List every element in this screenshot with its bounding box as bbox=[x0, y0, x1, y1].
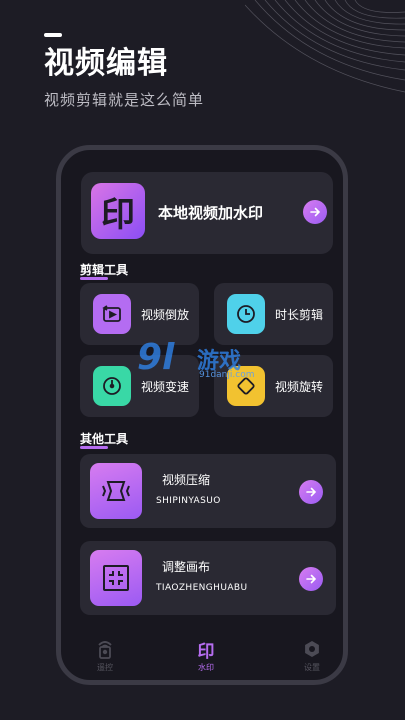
speedometer-icon bbox=[93, 366, 131, 406]
tab-remote[interactable]: 遥控 bbox=[85, 638, 125, 673]
add-watermark-label: 本地视频加水印 bbox=[158, 204, 264, 222]
tab-watermark[interactable]: 印 水印 bbox=[186, 638, 226, 673]
tool-pinyin: SHIPINYASUO bbox=[156, 496, 221, 506]
tab-label: 水印 bbox=[198, 663, 214, 672]
section-title-other-tools: 其他工具 bbox=[80, 430, 129, 449]
tool-trim-duration[interactable]: 时长剪辑 bbox=[214, 283, 333, 345]
phone-frame: 印 本地视频加水印 剪辑工具 视频倒放 时长剪辑 视频变速 视频旋转 其他工具 … bbox=[56, 145, 348, 685]
tool-name: 调整画布 bbox=[162, 560, 211, 574]
section-label: 其他工具 bbox=[80, 432, 129, 446]
bottom-tab-bar: 遥控 印 水印 设置 bbox=[61, 638, 343, 678]
tool-reverse-video[interactable]: 视频倒放 bbox=[80, 283, 199, 345]
canvas-icon bbox=[90, 550, 142, 606]
watermark-tab-glyph: 印 bbox=[197, 641, 215, 662]
tool-label: 视频旋转 bbox=[275, 380, 324, 394]
watermark-tab-icon: 印 bbox=[195, 638, 217, 662]
watermark-glyph: 印 bbox=[101, 194, 135, 235]
tool-label: 视频倒放 bbox=[141, 308, 190, 322]
compress-icon bbox=[90, 463, 142, 519]
arrow-right-icon[interactable] bbox=[299, 480, 323, 504]
arrow-right-icon[interactable] bbox=[303, 200, 327, 224]
tab-label: 遥控 bbox=[97, 663, 113, 672]
tool-compress-video[interactable]: 视频压缩 SHIPINYASUO bbox=[80, 454, 336, 528]
header-accent-bar bbox=[44, 33, 62, 37]
rotate-icon bbox=[227, 366, 265, 406]
tab-label: 设置 bbox=[304, 663, 320, 672]
remote-icon bbox=[94, 638, 116, 660]
tool-name: 视频压缩 bbox=[162, 473, 211, 487]
section-underline bbox=[80, 446, 108, 449]
arrow-right-icon[interactable] bbox=[299, 567, 323, 591]
clock-icon bbox=[227, 294, 265, 334]
reverse-video-icon bbox=[93, 294, 131, 334]
tool-label: 视频变速 bbox=[141, 380, 190, 394]
page-subtitle: 视频剪辑就是这么简单 bbox=[44, 91, 205, 109]
gear-icon bbox=[301, 638, 323, 660]
tool-speed-change[interactable]: 视频变速 bbox=[80, 355, 199, 417]
tool-rotate-video[interactable]: 视频旋转 bbox=[214, 355, 333, 417]
decorative-lines bbox=[245, 0, 405, 93]
page-title: 视频编辑 bbox=[44, 46, 168, 81]
tab-settings[interactable]: 设置 bbox=[292, 638, 332, 673]
section-title-edit-tools: 剪辑工具 bbox=[80, 261, 129, 280]
tool-pinyin: TIAOZHENGHUABU bbox=[156, 583, 248, 593]
tool-adjust-canvas[interactable]: 调整画布 TIAOZHENGHUABU bbox=[80, 541, 336, 615]
section-label: 剪辑工具 bbox=[80, 263, 129, 277]
tool-label: 时长剪辑 bbox=[275, 308, 324, 322]
add-watermark-card[interactable]: 印 本地视频加水印 bbox=[81, 172, 333, 254]
watermark-app-icon: 印 bbox=[91, 183, 145, 239]
section-underline bbox=[80, 277, 108, 280]
